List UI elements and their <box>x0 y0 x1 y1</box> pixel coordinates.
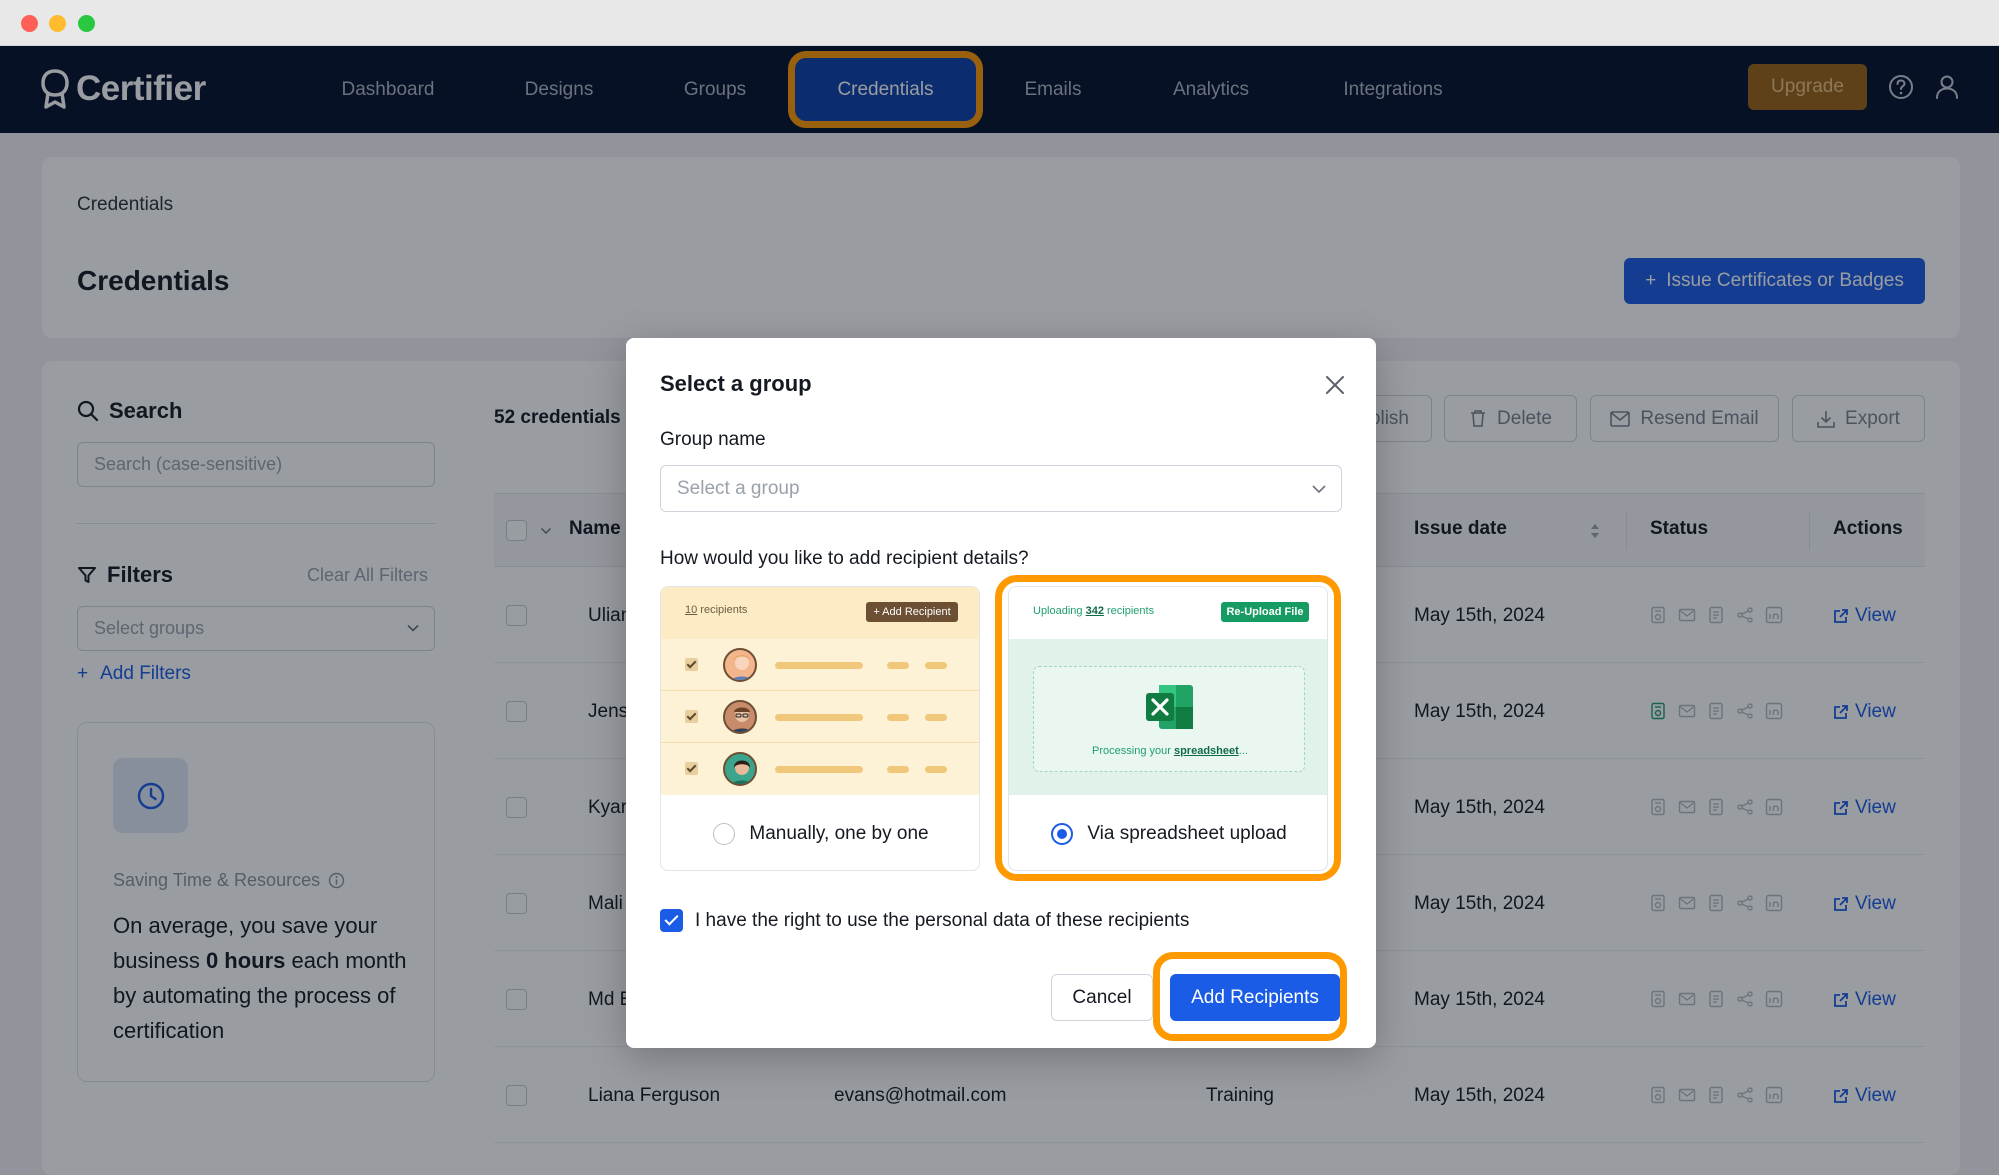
manual-count-number: 10 <box>685 604 698 616</box>
manual-count-text: recipients <box>697 604 748 616</box>
mini-checkbox <box>685 710 698 723</box>
manual-recipient-count: 10 recipients <box>685 604 747 616</box>
placeholder-bar <box>775 662 863 669</box>
avatar <box>723 648 757 682</box>
manual-illustration-row <box>661 743 979 795</box>
manual-option-label: Manually, one by one <box>749 822 929 844</box>
placeholder-bar <box>775 714 863 721</box>
window-titlebar <box>0 0 1999 46</box>
manual-radio[interactable] <box>713 822 736 845</box>
placeholder-bar <box>775 766 863 773</box>
window-minimize-icon[interactable] <box>49 15 66 32</box>
consent-label: I have the right to use the personal dat… <box>695 909 1190 931</box>
manual-illustration-row <box>661 691 979 743</box>
avatar <box>723 752 757 786</box>
add-recipients-button[interactable]: Add Recipients <box>1170 974 1340 1021</box>
window-maximize-icon[interactable] <box>78 15 95 32</box>
avatar <box>723 700 757 734</box>
manual-entry-option[interactable]: 10 recipients + Add Recipient Manually, … <box>660 586 980 871</box>
manual-option-footer: Manually, one by one <box>661 795 979 870</box>
consent-checkbox[interactable] <box>660 909 683 932</box>
manual-illustration-row <box>661 639 979 691</box>
placeholder-bar <box>887 766 909 773</box>
placeholder-bar <box>925 714 947 721</box>
spreadsheet-option-highlight <box>995 575 1341 881</box>
group-select-placeholder: Select a group <box>677 478 800 499</box>
manual-illustration-header: 10 recipients + Add Recipient <box>661 587 979 639</box>
manual-add-recipient-badge: + Add Recipient <box>866 602 958 622</box>
mini-checkbox <box>685 658 698 671</box>
group-name-label: Group name <box>660 429 766 450</box>
placeholder-bar <box>925 766 947 773</box>
close-icon[interactable] <box>1324 374 1346 396</box>
select-group-modal: Select a group Group name Select a group… <box>626 338 1376 1048</box>
window-close-icon[interactable] <box>21 15 38 32</box>
mini-checkbox <box>685 762 698 775</box>
add-method-question: How would you like to add recipient deta… <box>660 548 1029 569</box>
cancel-button[interactable]: Cancel <box>1051 974 1153 1021</box>
modal-title: Select a group <box>660 371 812 396</box>
chevron-down-icon <box>1312 485 1326 494</box>
group-select[interactable]: Select a group <box>660 465 1342 512</box>
consent-row[interactable]: I have the right to use the personal dat… <box>660 909 1189 932</box>
manual-illustration: 10 recipients + Add Recipient <box>661 587 979 795</box>
placeholder-bar <box>925 662 947 669</box>
placeholder-bar <box>887 662 909 669</box>
placeholder-bar <box>887 714 909 721</box>
